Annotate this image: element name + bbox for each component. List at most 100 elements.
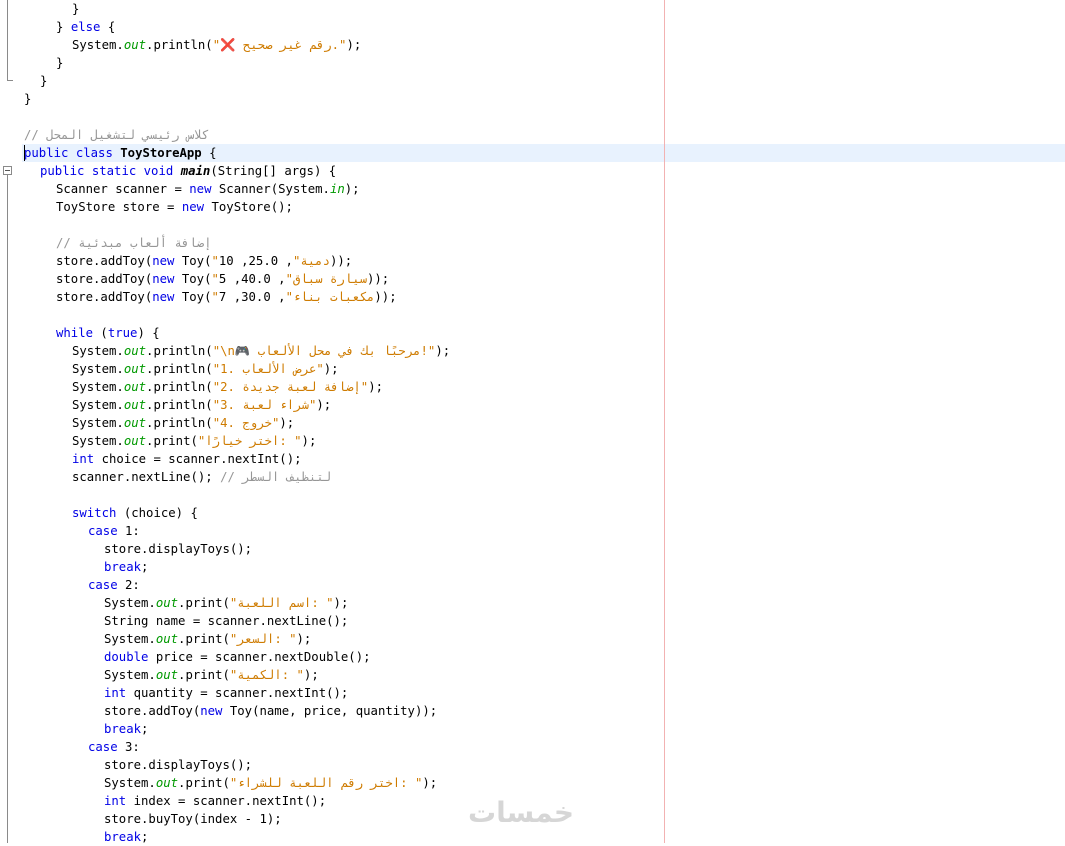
code-token: } bbox=[72, 2, 80, 16]
code-line[interactable]: System.out.println("1. عرض الألعاب"); bbox=[72, 360, 339, 378]
code-line[interactable]: break; bbox=[104, 720, 148, 738]
code-token: Scanner scanner = bbox=[56, 182, 190, 196]
code-line[interactable]: break; bbox=[104, 828, 148, 846]
code-token: in bbox=[329, 182, 345, 196]
code-line[interactable]: store.addToy(new Toy("دمية", 25.0, 10)); bbox=[56, 252, 352, 270]
code-line[interactable]: System.out.println("2. إضافة لعبة جديدة"… bbox=[72, 378, 383, 396]
code-token: store.addToy( bbox=[56, 290, 153, 304]
code-token: new bbox=[189, 182, 212, 196]
code-line[interactable]: System.out.println("\n🎮 مرحبًا بك في محل… bbox=[72, 342, 450, 360]
code-line[interactable]: int quantity = scanner.nextInt(); bbox=[104, 684, 348, 702]
right-margin-guide bbox=[664, 0, 665, 843]
code-token: "اختر رقم اللعبة للشراء: " bbox=[229, 776, 423, 790]
code-token: break bbox=[104, 560, 142, 574]
code-line[interactable]: while (true) { bbox=[56, 324, 160, 342]
code-token: System. bbox=[104, 632, 156, 646]
code-token: .print( bbox=[146, 434, 198, 448]
code-line[interactable]: public static void main(String[] args) { bbox=[40, 162, 336, 180]
code-token: public bbox=[40, 164, 85, 178]
code-line[interactable]: int index = scanner.nextInt(); bbox=[104, 792, 326, 810]
code-token: .println( bbox=[146, 38, 213, 52]
code-token: .print( bbox=[178, 632, 230, 646]
code-line[interactable]: System.out.print("اختر رقم اللعبة للشراء… bbox=[104, 774, 437, 792]
code-token: "3. شراء لعبة" bbox=[212, 398, 317, 412]
code-line[interactable]: } bbox=[72, 0, 79, 18]
code-editor[interactable]: } } else {System.out.println("❌ رقم غير ص… bbox=[0, 0, 1065, 846]
code-line[interactable]: store.addToy(new Toy(name, price, quanti… bbox=[104, 702, 437, 720]
code-token: out bbox=[123, 380, 147, 394]
code-token: "1. عرض الألعاب" bbox=[212, 362, 324, 376]
code-token: out bbox=[123, 344, 147, 358]
code-token: Toy( bbox=[174, 290, 212, 304]
code-token: .print( bbox=[178, 596, 230, 610]
code-line[interactable]: } bbox=[40, 72, 47, 90]
code-line[interactable]: System.out.print("السعر: "); bbox=[104, 630, 311, 648]
code-token: System. bbox=[72, 416, 124, 430]
code-line[interactable]: switch (choice) { bbox=[72, 504, 198, 522]
code-token: 1: bbox=[117, 524, 140, 538]
code-token: out bbox=[155, 668, 179, 682]
code-line[interactable]: System.out.print("اسم اللعبة: "); bbox=[104, 594, 348, 612]
code-token: System. bbox=[72, 434, 124, 448]
code-line[interactable]: break; bbox=[104, 558, 148, 576]
code-token: break bbox=[104, 722, 142, 736]
code-token: .println( bbox=[146, 362, 213, 376]
code-token: ); bbox=[344, 182, 360, 196]
code-token: store.addToy( bbox=[56, 272, 153, 286]
code-line[interactable]: case 1: bbox=[88, 522, 140, 540]
code-token: ); bbox=[346, 38, 362, 52]
code-token: // لتنظيف السطر bbox=[220, 470, 332, 484]
code-token: System. bbox=[104, 776, 156, 790]
code-token: store.displayToys(); bbox=[104, 758, 253, 772]
fold-collapse-icon[interactable] bbox=[3, 166, 12, 175]
code-line[interactable]: store.addToy(new Toy("مكعبات بناء", 30.0… bbox=[56, 288, 397, 306]
code-line[interactable]: } bbox=[24, 90, 31, 108]
code-line[interactable]: store.displayToys(); bbox=[104, 540, 252, 558]
code-line[interactable]: System.out.print("اختر خيارًا: "); bbox=[72, 432, 316, 450]
code-line[interactable]: store.addToy(new Toy("سيارة سباق", 40.0,… bbox=[56, 270, 389, 288]
code-token: .println( bbox=[146, 398, 213, 412]
code-token: out bbox=[155, 596, 179, 610]
code-line[interactable]: double price = scanner.nextDouble(); bbox=[104, 648, 371, 666]
code-token: (String[] args) { bbox=[210, 164, 337, 178]
code-line[interactable]: // إضافة ألعاب مبدئية bbox=[56, 234, 211, 252]
code-line[interactable]: public class ToyStoreApp { bbox=[24, 144, 217, 162]
code-token: ToyStoreApp bbox=[120, 146, 202, 160]
code-line[interactable]: int choice = scanner.nextInt(); bbox=[72, 450, 302, 468]
code-line[interactable]: System.out.println("4. خروج"); bbox=[72, 414, 294, 432]
code-token: ); bbox=[279, 416, 295, 430]
code-token: static bbox=[91, 164, 137, 178]
code-line[interactable]: scanner.nextLine(); // لتنظيف السطر bbox=[72, 468, 331, 486]
code-token: ); bbox=[301, 434, 317, 448]
code-token: public bbox=[24, 146, 69, 160]
code-token: out bbox=[155, 776, 179, 790]
code-line[interactable]: case 2: bbox=[88, 576, 140, 594]
code-line[interactable]: store.displayToys(); bbox=[104, 756, 252, 774]
code-line[interactable]: } else { bbox=[56, 18, 115, 36]
code-token: .print( bbox=[178, 668, 230, 682]
code-token: ); bbox=[316, 398, 332, 412]
code-line[interactable]: System.out.println("❌ رقم غير صحيح."); bbox=[72, 36, 361, 54]
code-token: System. bbox=[72, 362, 124, 376]
code-line[interactable]: // كلاس رئيسي لتشغيل المحل bbox=[24, 126, 209, 144]
code-token: "\n🎮 مرحبًا بك في محل الألعاب!" bbox=[212, 344, 436, 358]
code-line[interactable]: System.out.print("الكمية: "); bbox=[104, 666, 319, 684]
code-token: quantity = scanner.nextInt(); bbox=[126, 686, 349, 700]
code-line[interactable]: ToyStore store = new ToyStore(); bbox=[56, 198, 293, 216]
code-token: void bbox=[143, 164, 174, 178]
code-token: while bbox=[56, 326, 94, 340]
code-token: System. bbox=[72, 38, 124, 52]
code-token: ) { bbox=[137, 326, 160, 340]
code-token: price = scanner.nextDouble(); bbox=[148, 650, 371, 664]
code-line[interactable]: Scanner scanner = new Scanner(System.in)… bbox=[56, 180, 360, 198]
code-line[interactable]: case 3: bbox=[88, 738, 140, 756]
code-line[interactable]: String name = scanner.nextLine(); bbox=[104, 612, 348, 630]
fold-guide-line bbox=[7, 175, 8, 843]
code-line[interactable]: store.buyToy(index - 1); bbox=[104, 810, 282, 828]
code-line[interactable]: } bbox=[56, 54, 63, 72]
code-line[interactable]: System.out.println("3. شراء لعبة"); bbox=[72, 396, 331, 414]
code-token: "السعر: " bbox=[229, 632, 297, 646]
code-token: .println( bbox=[146, 380, 213, 394]
